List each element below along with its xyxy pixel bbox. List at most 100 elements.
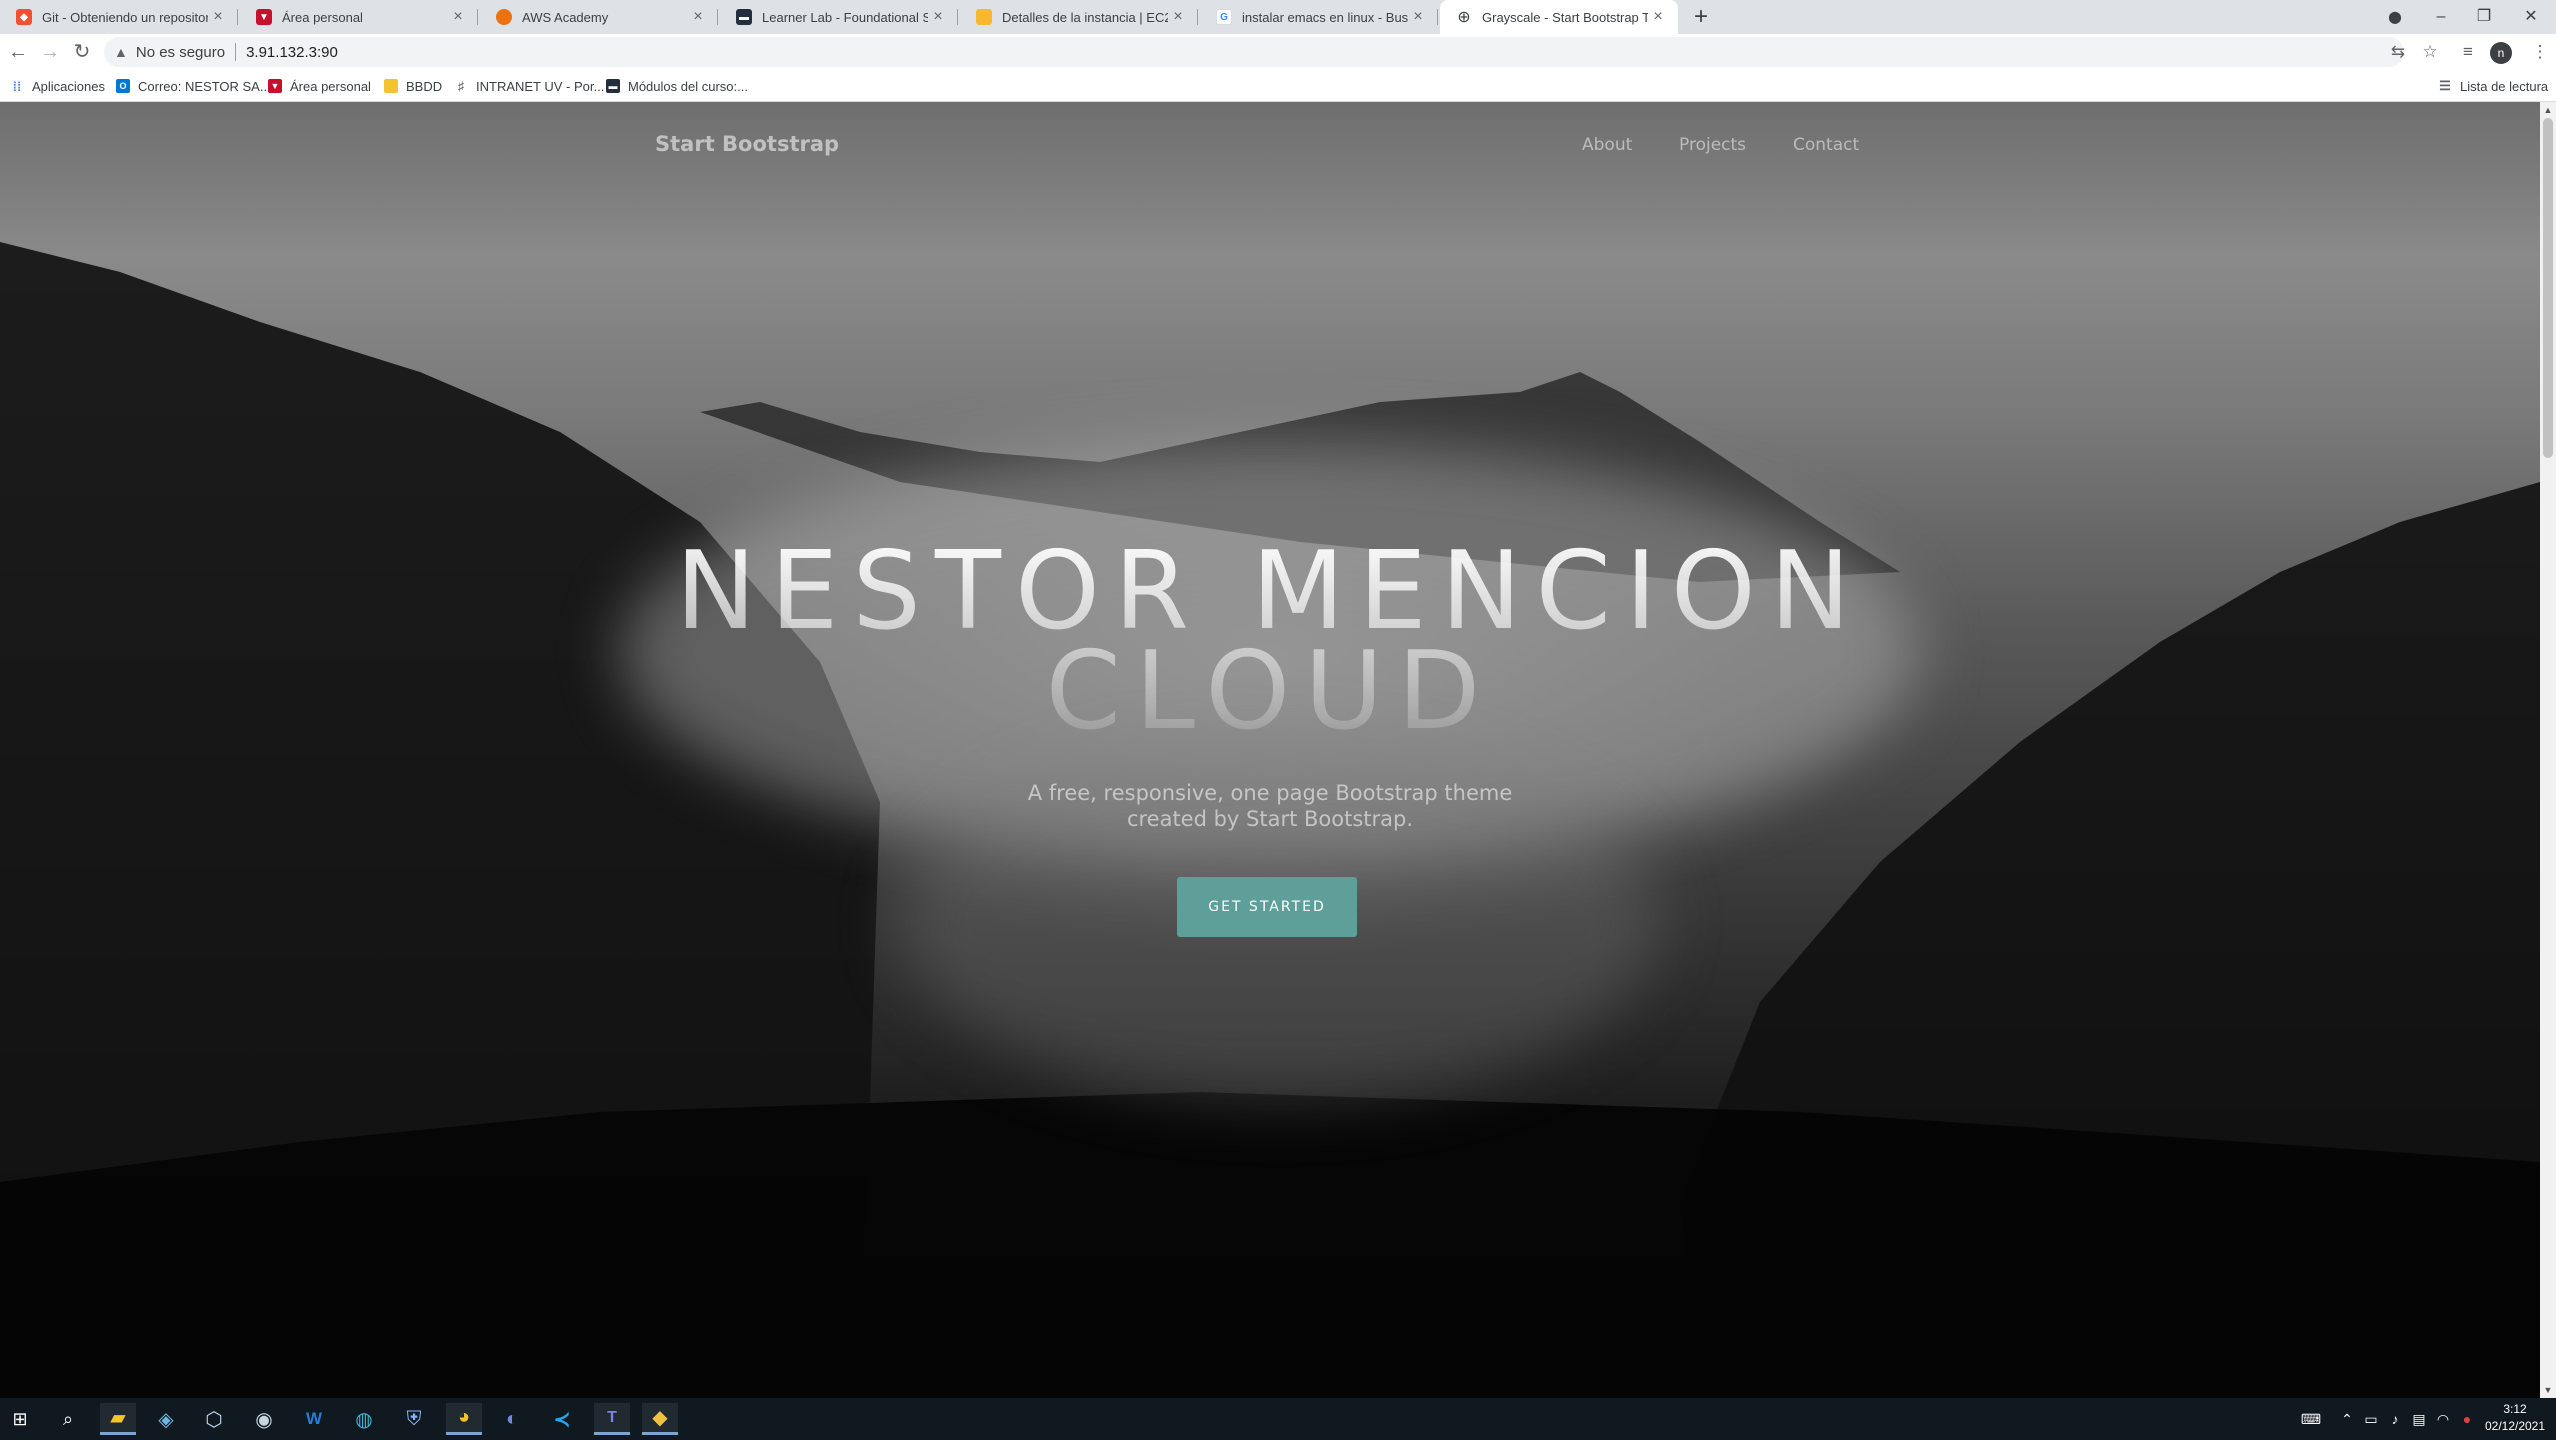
nav-contact[interactable]: Contact <box>1793 135 1859 155</box>
media-control-icon[interactable]: ≡ <box>2454 38 2482 66</box>
tab-grayscale[interactable]: ⊕ Grayscale - Start Bootstrap Them × <box>1440 0 1678 34</box>
network-icon[interactable]: ▤ <box>2408 1398 2430 1440</box>
word-icon[interactable]: W <box>296 1403 332 1435</box>
back-icon[interactable]: ← <box>4 38 32 66</box>
apps-grid-icon: ⁞⁞ <box>12 78 22 94</box>
close-icon[interactable]: × <box>928 8 948 26</box>
close-icon[interactable]: × <box>448 8 468 26</box>
clock-time: 3:12 <box>2503 1402 2527 1416</box>
profile-avatar[interactable]: n <box>2490 42 2512 64</box>
new-tab-button[interactable]: + <box>1686 2 1716 32</box>
security-label[interactable]: No es seguro <box>136 44 225 61</box>
menu-icon[interactable]: ⋮ <box>2526 38 2554 66</box>
scroll-up-icon[interactable]: ▲ <box>2540 102 2556 118</box>
address-bar[interactable]: ▲ No es seguro 3.91.132.3:90 <box>104 37 2404 67</box>
system-clock[interactable]: 3:12 02/12/2021 <box>2476 1401 2554 1435</box>
lab-icon: ▬ <box>736 9 752 25</box>
bookmark-label: Módulos del curso:... <box>628 78 748 94</box>
close-icon[interactable]: × <box>208 8 228 26</box>
bookmark-area-personal[interactable]: ▼ Área personal <box>268 70 371 102</box>
nav-projects[interactable]: Projects <box>1679 135 1746 155</box>
vscode-icon[interactable]: ≺ <box>544 1403 580 1435</box>
scroll-down-icon[interactable]: ▼ <box>2540 1382 2556 1398</box>
tab-area-personal[interactable]: ▼ Área personal × <box>240 0 478 34</box>
reading-list-icon: ☰ <box>2439 78 2451 93</box>
intranet-icon: ♯ <box>458 79 464 93</box>
teams-icon[interactable]: T <box>594 1403 630 1435</box>
battery-icon[interactable]: ▭ <box>2360 1398 2382 1440</box>
start-icon[interactable]: ⊞ <box>2 1403 38 1435</box>
warning-icon[interactable]: ▲ <box>114 44 128 60</box>
edge-icon[interactable]: ◍ <box>346 1403 382 1435</box>
virtualbox-icon[interactable]: ⬡ <box>196 1403 232 1435</box>
discord-icon[interactable]: ◐ <box>494 1403 530 1435</box>
chevron-up-icon[interactable]: ⌃ <box>2336 1398 2358 1440</box>
speaker-icon[interactable]: ♪ <box>2384 1398 2406 1440</box>
minimize-icon[interactable]: – <box>2416 0 2466 34</box>
wifi-icon[interactable]: ◠ <box>2432 1398 2454 1440</box>
scrollbar-thumb[interactable] <box>2543 118 2553 458</box>
tab-learner-lab[interactable]: ▬ Learner Lab - Foundational Servi × <box>720 0 958 34</box>
globe-icon: ⊕ <box>1457 9 1471 26</box>
restore-icon[interactable]: ❐ <box>2460 0 2508 34</box>
bookmark-label: Correo: NESTOR SA... <box>138 78 271 94</box>
close-icon[interactable]: × <box>1648 8 1668 26</box>
hero-title-line2: Cloud <box>1045 629 1495 754</box>
tab-title: Learner Lab - Foundational Servi <box>762 9 928 25</box>
hero-title: Néstor Mencion Cloud <box>0 542 2540 742</box>
file-explorer-icon[interactable]: ▰ <box>100 1403 136 1435</box>
google-icon: G <box>1216 9 1232 25</box>
bookmark-intranet[interactable]: ♯ INTRANET UV - Por... <box>454 70 604 102</box>
search-icon[interactable]: ⌕ <box>50 1403 86 1435</box>
bookmarks-bar: ⁞⁞ Aplicaciones O Correo: NESTOR SA... ▼… <box>0 70 2556 102</box>
bookmark-label: INTRANET UV - Por... <box>476 78 605 94</box>
close-icon[interactable]: × <box>1408 8 1428 26</box>
tab-aws-academy[interactable]: AWS Academy × <box>480 0 718 34</box>
reload-icon[interactable]: ↻ <box>68 38 96 66</box>
bookmark-star-icon[interactable]: ☆ <box>2416 38 2444 66</box>
close-icon[interactable]: × <box>688 8 708 26</box>
browser-toolbar: ← → ↻ ▲ No es seguro 3.91.132.3:90 ⇆ ☆ ≡… <box>0 34 2556 70</box>
hero-subtitle: A free, responsive, one page Bootstrap t… <box>1027 781 1513 831</box>
notification-icon[interactable]: ● <box>2456 1398 2478 1440</box>
shield-icon[interactable]: ⛨ <box>396 1403 432 1435</box>
tab-google-search[interactable]: G instalar emacs en linux - Buscar c × <box>1200 0 1438 34</box>
tab-ec2[interactable]: Detalles de la instancia | EC2 Man × <box>960 0 1198 34</box>
windows-taskbar: ⊞ ⌕ ▰ ◈ ⬡ ◉ W ◍ ⛨ ◕ ◐ ≺ T ◆ ⌨ ⌃ ▭ ♪ ▤ ◠ … <box>0 1398 2556 1440</box>
tab-title: Grayscale - Start Bootstrap Them <box>1482 9 1648 25</box>
reading-list[interactable]: ☰ Lista de lectura <box>2438 70 2548 102</box>
bookmark-correo[interactable]: O Correo: NESTOR SA... <box>116 70 271 102</box>
keyboard-icon[interactable]: ⌨ <box>2296 1398 2326 1440</box>
brand-link[interactable]: Start Bootstrap <box>655 132 839 156</box>
page-viewport: Start Bootstrap About Projects Contact N… <box>0 102 2540 1398</box>
bookmark-label: Área personal <box>290 78 371 94</box>
moodle-icon: ▼ <box>268 79 282 93</box>
get-started-button[interactable]: Get Started <box>1177 877 1357 937</box>
bookmark-bbdd[interactable]: BBDD <box>384 70 442 102</box>
close-icon[interactable]: × <box>1168 8 1188 26</box>
folder-icon <box>384 79 398 93</box>
bookmark-modulos[interactable]: ▬ Módulos del curso:... <box>606 70 748 102</box>
forward-icon[interactable]: → <box>36 38 64 66</box>
translate-icon[interactable]: ⇆ <box>2384 38 2412 66</box>
steam-icon[interactable]: ◉ <box>246 1403 282 1435</box>
tab-git[interactable]: ◆ Git - Obteniendo un repositorio × <box>0 0 238 34</box>
bookmark-aplicaciones[interactable]: ⁞⁞ Aplicaciones <box>10 70 105 102</box>
chrome-icon[interactable]: ◕ <box>446 1403 482 1435</box>
url-text[interactable]: 3.91.132.3:90 <box>246 44 338 61</box>
nav-about[interactable]: About <box>1582 135 1632 155</box>
git-icon: ◆ <box>16 9 32 25</box>
notes-icon[interactable]: ◈ <box>148 1403 184 1435</box>
tab-search-icon[interactable]: ⬤ <box>2370 0 2420 34</box>
moodle-icon: ▼ <box>256 9 272 25</box>
git-icon[interactable]: ◆ <box>642 1403 678 1435</box>
bookmark-label: Aplicaciones <box>32 78 105 94</box>
window-close-icon[interactable]: ✕ <box>2506 0 2556 34</box>
tab-title: AWS Academy <box>522 9 609 25</box>
tab-title: Área personal <box>282 9 363 25</box>
reading-list-label: Lista de lectura <box>2460 78 2549 94</box>
ec2-icon <box>976 9 992 25</box>
course-icon: ▬ <box>606 79 620 93</box>
tab-strip: ◆ Git - Obteniendo un repositorio × ▼ Ár… <box>0 0 2556 34</box>
outlook-icon: O <box>116 79 130 93</box>
